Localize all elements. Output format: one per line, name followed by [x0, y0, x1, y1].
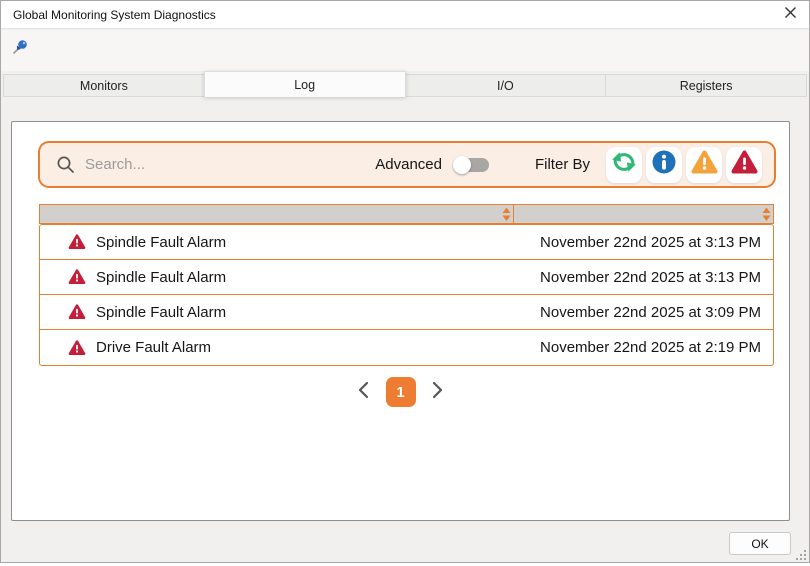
table-row[interactable]: Spindle Fault Alarm November 22nd 2025 a…: [40, 260, 773, 295]
info-icon: [651, 149, 677, 180]
log-panel: Advanced Filter By: [11, 121, 790, 521]
table-row[interactable]: Spindle Fault Alarm November 22nd 2025 a…: [40, 225, 773, 260]
pin-button[interactable]: [8, 37, 32, 61]
chevron-right-icon: [432, 381, 443, 404]
prev-page-button[interactable]: [354, 380, 374, 404]
alarm-triangle-icon: [68, 340, 86, 356]
event-timestamp: November 22nd 2025 at 3:13 PM: [540, 269, 761, 286]
advanced-label: Advanced: [375, 156, 442, 173]
filter-info-button[interactable]: [646, 147, 682, 183]
event-label: Spindle Fault Alarm: [96, 269, 226, 286]
tab-log[interactable]: Log: [204, 71, 406, 97]
table-row[interactable]: Spindle Fault Alarm November 22nd 2025 a…: [40, 295, 773, 330]
tab-io-label: I/O: [497, 79, 514, 93]
tab-strip: Monitors Log I/O Registers: [3, 71, 807, 97]
next-page-button[interactable]: [428, 380, 448, 404]
title-bar: Global Monitoring System Diagnostics: [1, 1, 809, 29]
window-title: Global Monitoring System Diagnostics: [13, 1, 216, 29]
page-button[interactable]: 1: [386, 377, 416, 407]
alarm-triangle-icon: [68, 269, 86, 285]
toggle-knob: [453, 156, 471, 174]
alarm-icon: [731, 150, 758, 180]
diagnostics-window: { "window": { "title": "Global Monitorin…: [0, 0, 810, 563]
alarm-triangle-icon: [68, 304, 86, 320]
sort-arrows-icon: [502, 207, 511, 222]
search-bar: Advanced Filter By: [38, 141, 776, 188]
tab-log-label: Log: [294, 78, 315, 92]
log-table-body: Spindle Fault Alarm November 22nd 2025 a…: [39, 224, 774, 366]
event-timestamp: November 22nd 2025 at 3:09 PM: [540, 304, 761, 321]
close-icon: [784, 6, 797, 24]
alarm-triangle-icon: [68, 234, 86, 250]
advanced-toggle[interactable]: [453, 156, 489, 174]
column-header-event[interactable]: [40, 205, 514, 223]
search-input[interactable]: [85, 156, 375, 173]
toolbar: [1, 30, 809, 71]
tab-monitors-label: Monitors: [80, 79, 128, 93]
chevron-left-icon: [358, 381, 369, 404]
filter-alarm-button[interactable]: [726, 147, 762, 183]
search-icon: [56, 155, 75, 174]
pagination: 1: [12, 377, 789, 407]
filter-refresh-button[interactable]: [606, 147, 642, 183]
pushpin-icon: [11, 38, 29, 61]
log-table-header: [39, 204, 774, 224]
tab-io[interactable]: I/O: [405, 74, 607, 97]
sort-arrows-icon: [762, 207, 771, 222]
ok-button[interactable]: OK: [729, 532, 791, 555]
filter-by-label: Filter By: [535, 156, 590, 173]
resize-grip[interactable]: [795, 548, 807, 560]
warning-icon: [691, 150, 718, 180]
event-label: Spindle Fault Alarm: [96, 234, 226, 251]
tab-monitors[interactable]: Monitors: [3, 74, 205, 97]
tab-registers-label: Registers: [680, 79, 733, 93]
event-label: Drive Fault Alarm: [96, 339, 211, 356]
refresh-icon: [611, 149, 637, 180]
column-header-timestamp[interactable]: [514, 205, 773, 223]
tab-registers[interactable]: Registers: [605, 74, 807, 97]
close-button[interactable]: [779, 5, 801, 25]
table-row[interactable]: Drive Fault Alarm November 22nd 2025 at …: [40, 330, 773, 365]
event-timestamp: November 22nd 2025 at 2:19 PM: [540, 339, 761, 356]
event-label: Spindle Fault Alarm: [96, 304, 226, 321]
filter-warning-button[interactable]: [686, 147, 722, 183]
event-timestamp: November 22nd 2025 at 3:13 PM: [540, 234, 761, 251]
